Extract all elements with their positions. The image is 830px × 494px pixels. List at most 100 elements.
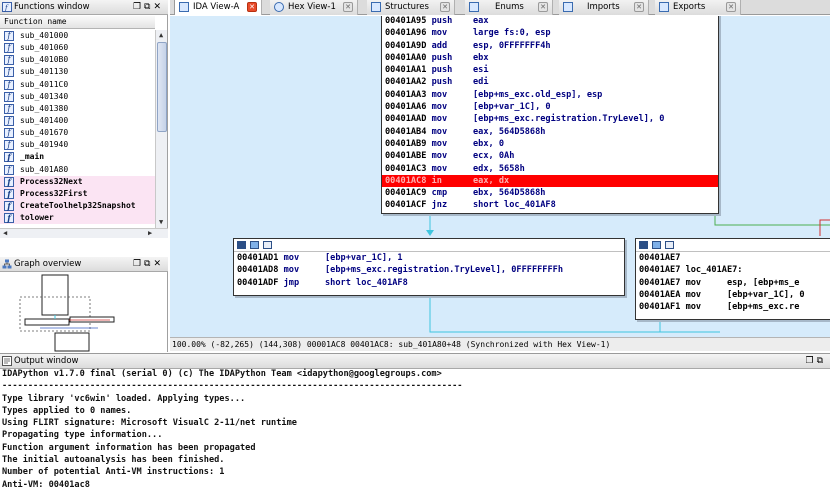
scrollbar-thumb[interactable]	[157, 42, 167, 132]
tab-exports[interactable]: Exports ✕	[655, 0, 741, 15]
function-list-item[interactable]: f sub_401A80	[0, 164, 155, 176]
instruction-line[interactable]: 00401AD1 mov [ebp+var_1C], 1	[234, 252, 624, 264]
block-text-icon[interactable]	[263, 241, 272, 249]
instruction-operands: ebx	[473, 52, 489, 63]
function-list-item[interactable]: f sub_401340	[0, 91, 155, 103]
instruction-line[interactable]: 00401A96 mov large fs:0, esp	[382, 27, 718, 39]
instruction-line[interactable]: 00401AC9 cmp ebx, 564D5868h	[382, 187, 718, 199]
block-graph-icon[interactable]	[250, 241, 259, 249]
function-list-item[interactable]: f sub_401000	[0, 30, 155, 42]
instruction-line[interactable]: 00401AE7 mov esp, [ebp+ms_e	[636, 277, 830, 289]
function-list-item[interactable]: f tolower	[0, 212, 155, 225]
graph-overview-titlebar: Graph overview ❐⧉✕	[0, 257, 168, 272]
tab-label: Imports	[587, 2, 620, 12]
close-tab-icon[interactable]: ✕	[440, 2, 450, 12]
instruction-line[interactable]: 00401AA0 push ebx	[382, 52, 718, 64]
instruction-line[interactable]: 00401AA2 push edi	[382, 76, 718, 88]
output-line: Using FLIRT signature: Microsoft VisualC…	[2, 418, 297, 429]
function-icon: f	[4, 91, 14, 102]
instruction-line[interactable]: 00401AA1 push esi	[382, 64, 718, 76]
instruction-address: 00401AA2	[385, 77, 427, 88]
block-header	[636, 239, 830, 252]
function-icon: f	[4, 43, 14, 54]
instruction-line[interactable]: 00401AA6 mov [ebp+var_1C], 0	[382, 101, 718, 113]
instruction-line[interactable]: 00401AE7 loc_401AE7:	[636, 264, 830, 276]
instruction-line[interactable]: 00401ADF jmp short loc_401AF8	[234, 277, 624, 289]
close-tab-icon[interactable]: ✕	[538, 2, 548, 12]
instruction-address: 00401AC3	[385, 163, 427, 174]
block-color-icon[interactable]	[639, 241, 648, 249]
close-tab-icon[interactable]: ✕	[247, 2, 257, 12]
instruction-line[interactable]: 00401ABE mov ecx, 0Ah	[382, 150, 718, 162]
tab-hex-view-1[interactable]: Hex View-1 ✕	[270, 0, 358, 15]
close-icon[interactable]: ✕	[153, 259, 164, 269]
instruction-line[interactable]: 00401A9D add esp, 0FFFFFFF4h	[382, 40, 718, 52]
instruction-line[interactable]: 00401AAD mov [ebp+ms_exc.registration.Tr…	[382, 113, 718, 125]
instruction-line[interactable]: 00401AA3 mov [ebp+ms_exc.old_esp], esp	[382, 89, 718, 101]
output-icon	[2, 356, 12, 366]
instruction-address: 00401ABE	[385, 151, 427, 162]
function-list-item[interactable]: f Process32Next	[0, 175, 155, 188]
dock-icon[interactable]: ❐	[133, 259, 144, 269]
block-text-icon[interactable]	[665, 241, 674, 249]
function-list-item[interactable]: f sub_401380	[0, 103, 155, 115]
close-icon[interactable]: ✕	[153, 2, 164, 12]
instruction-line[interactable]: 00401AB9 mov ebx, 0	[382, 138, 718, 150]
output-log[interactable]: IDAPython v1.7.0 final (serial 0) (c) Th…	[2, 368, 828, 494]
function-list-item[interactable]: f sub_401130	[0, 66, 155, 78]
function-list-item[interactable]: f sub_401670	[0, 127, 155, 139]
instruction-mnemonic: mov	[431, 126, 473, 137]
tab-ida-view-a[interactable]: IDA View-A ✕	[174, 0, 262, 15]
function-list-item[interactable]: f sub_401060	[0, 42, 155, 54]
instruction-line[interactable]: 00401AB4 mov eax, 564D5868h	[382, 126, 718, 138]
close-tab-icon[interactable]: ✕	[726, 2, 736, 12]
ida-graph-view[interactable]: 00401A95 push eax 00401A96 mov large fs:0…	[170, 16, 830, 337]
function-list-item[interactable]: f Process32First	[0, 187, 155, 200]
instruction-line[interactable]: 00401AEA mov [ebp+var_1C], 0	[636, 289, 830, 301]
close-tab-icon[interactable]: ✕	[343, 2, 353, 12]
function-list-item[interactable]: f sub_401940	[0, 139, 155, 151]
tab-imports[interactable]: Imports ✕	[559, 0, 649, 15]
scroll-left-icon[interactable]: ◀	[3, 228, 7, 238]
tab-enums[interactable]: Enums ✕	[465, 0, 553, 15]
structures-icon	[371, 2, 381, 12]
scroll-down-icon[interactable]: ▼	[159, 217, 163, 227]
instruction-line[interactable]: 00401AD8 mov [ebp+ms_exc.registration.Tr…	[234, 264, 624, 276]
functions-vertical-scrollbar[interactable]: ▲ ▼	[155, 30, 167, 228]
functions-window-titlebar: f Functions window ❐⧉✕	[0, 0, 168, 15]
column-header-function-name[interactable]: Function name	[0, 16, 155, 29]
instruction-address: 00401AD1	[237, 253, 279, 263]
function-list-item[interactable]: f CreateToolhelp32Snapshot	[0, 199, 155, 213]
function-icon: f	[4, 140, 14, 151]
graph-overview-canvas[interactable]	[0, 273, 167, 352]
function-list-item[interactable]: f _main	[0, 151, 155, 163]
instruction-line[interactable]: 00401AF1 mov [ebp+ms_exc.re	[636, 301, 830, 313]
block-color-icon[interactable]	[237, 241, 246, 249]
scroll-right-icon[interactable]: ▶	[148, 228, 152, 238]
dock-icon[interactable]: ❐	[805, 356, 816, 366]
instruction-operands: short loc_401AF8	[325, 277, 408, 288]
function-list-item[interactable]: f sub_401400	[0, 115, 155, 127]
instruction-line[interactable]: 00401AC8 in eax, dx	[382, 174, 718, 188]
function-icon: f	[4, 164, 14, 175]
dock-icon[interactable]: ❐	[133, 2, 144, 12]
function-name: sub_401380	[20, 103, 69, 113]
scroll-up-icon[interactable]: ▲	[159, 30, 163, 40]
tab-structures[interactable]: Structures ✕	[367, 0, 455, 15]
basic-block-main[interactable]: 00401A95 push eax 00401A96 mov large fs:0…	[381, 16, 719, 214]
block-graph-icon[interactable]	[652, 241, 661, 249]
view-tab-bar: IDA View-A ✕ Hex View-1 ✕ Structures ✕ E…	[170, 0, 830, 15]
function-list-item[interactable]: f sub_4010B0	[0, 54, 155, 66]
instruction-line[interactable]: 00401AE7	[636, 252, 830, 264]
basic-block-left[interactable]: 00401AD1 mov [ebp+var_1C], 1 00401AD8 mov…	[233, 238, 625, 296]
instruction-line[interactable]: 00401ACF jnz short loc_401AF8	[382, 199, 718, 211]
close-tab-icon[interactable]: ✕	[634, 2, 644, 12]
float-icon[interactable]: ⧉	[817, 356, 826, 366]
exports-icon	[659, 2, 669, 12]
instruction-line[interactable]: 00401A95 push eax	[382, 16, 718, 27]
basic-block-right[interactable]: 00401AE7 00401AE7 loc_401AE7: 00401AE7 mov…	[635, 238, 830, 320]
instruction-mnemonic: jmp	[283, 277, 325, 288]
instruction-line[interactable]: 00401AC3 mov edx, 5658h	[382, 163, 718, 175]
function-list-item[interactable]: f sub_4011C0	[0, 79, 155, 91]
functions-horizontal-scrollbar[interactable]: ◀ ▶	[0, 228, 168, 238]
